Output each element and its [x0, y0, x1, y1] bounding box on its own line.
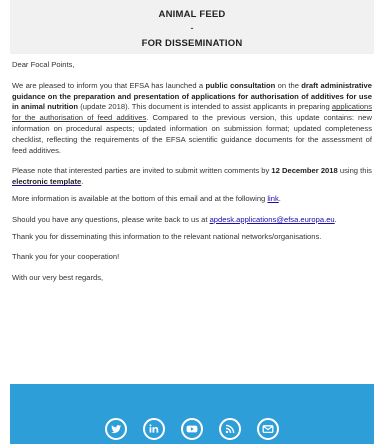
paragraph-consultation: We are pleased to inform you that EFSA h… [12, 80, 373, 155]
email-icon[interactable] [257, 418, 279, 440]
paragraph-deadline: Please note that interested parties are … [12, 166, 372, 187]
social-footer [10, 384, 374, 444]
twitter-icon[interactable] [105, 418, 127, 440]
header-title: ANIMAL FEED [158, 9, 226, 20]
paragraph-thanks-dissemination: Thank you for disseminating this informa… [12, 231, 322, 241]
paragraph-more-info: More information is available at the bot… [12, 193, 281, 203]
email-page: ANIMAL FEED - FOR DISSEMINATION Dear Foc… [0, 0, 384, 444]
paragraph-questions: Should you have any questions, please wr… [12, 214, 337, 224]
linkedin-icon[interactable] [143, 418, 165, 440]
more-info-link[interactable]: link [267, 194, 278, 203]
electronic-template-link[interactable]: electronic template [12, 177, 81, 186]
closing-regards: With our very best regards, [12, 273, 104, 283]
header-dash: - [190, 23, 194, 33]
social-icons [10, 418, 374, 440]
youtube-icon[interactable] [181, 418, 203, 440]
email-body: Dear Focal Points, We are pleased to inf… [12, 60, 372, 294]
greeting: Dear Focal Points, [12, 60, 75, 69]
apdesk-email-link[interactable]: apdesk.applications@efsa.europa.eu [210, 215, 335, 224]
header-subtitle: FOR DISSEMINATION [141, 38, 243, 49]
newsletter-header: ANIMAL FEED - FOR DISSEMINATION [10, 0, 374, 54]
paragraph-thanks-cooperation: Thank you for your cooperation! [12, 252, 120, 262]
rss-icon[interactable] [219, 418, 241, 440]
